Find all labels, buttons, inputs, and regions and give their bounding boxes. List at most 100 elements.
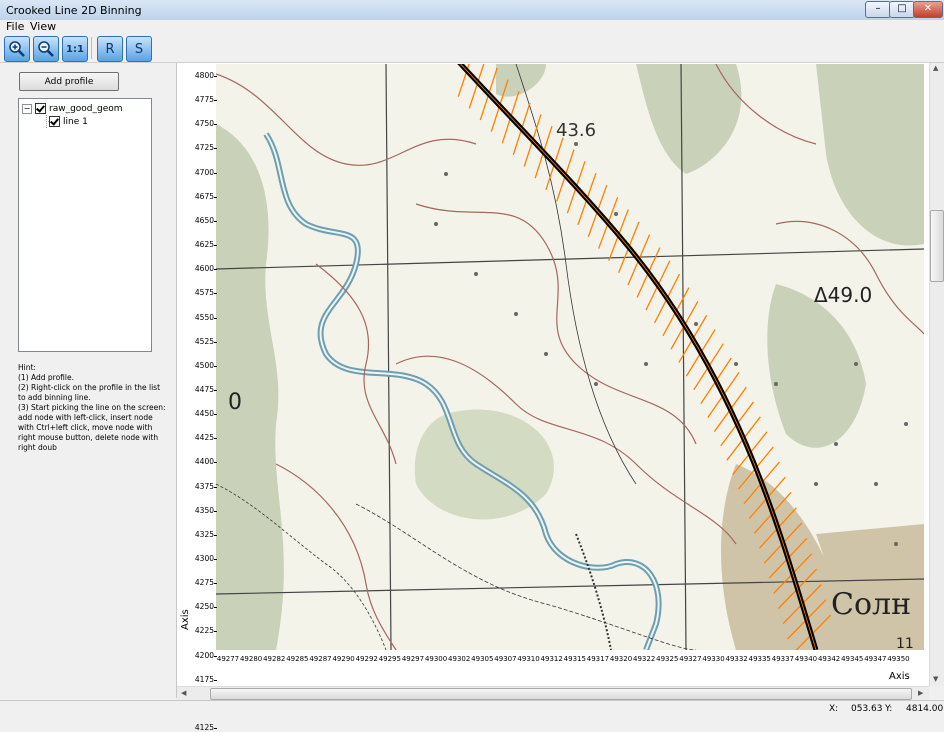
zoom-out-button[interactable]: [33, 36, 59, 62]
scroll-up-icon[interactable]: ▲: [933, 64, 938, 72]
x-tick-label: 49337: [771, 655, 795, 663]
status-x-value: 053.63: [851, 704, 883, 714]
x-tick-label: 49305: [471, 655, 494, 663]
y-tick-label: 4800: [186, 71, 217, 80]
checkbox-profile[interactable]: [35, 103, 46, 114]
y-axis-label: Axis: [180, 609, 191, 630]
x-tick-label: 49277: [216, 655, 240, 663]
map-label: Солн: [831, 587, 911, 622]
tree-item-label: raw_good_geom: [49, 103, 123, 114]
status-y-label: Y:: [885, 704, 893, 714]
status-y-value: 4814.00: [906, 704, 944, 714]
zoom-out-icon: [38, 41, 54, 57]
x-tick-label: 49302: [448, 655, 471, 663]
menu-file[interactable]: File: [6, 20, 24, 33]
add-profile-button[interactable]: Add profile: [19, 72, 119, 91]
x-tick-label: 49310: [517, 655, 540, 663]
x-tick-label: 49350: [887, 655, 910, 663]
x-tick-label: 49307: [494, 655, 517, 663]
scroll-down-icon[interactable]: ▼: [933, 675, 938, 683]
y-tick-label: 4725: [186, 143, 217, 152]
x-tick-label: 49297: [401, 655, 425, 663]
y-tick-label: 4375: [186, 482, 217, 491]
scroll-left-icon[interactable]: ◀: [181, 689, 186, 697]
title-bar: Crooked Line 2D Binning – □ ✕: [0, 0, 944, 21]
y-tick-label: 4750: [186, 119, 217, 128]
toolbar-separator: [91, 37, 92, 59]
map-label: 11: [896, 636, 914, 650]
y-tick-label: 4500: [186, 361, 217, 370]
y-tick-label: 4475: [186, 385, 217, 394]
y-tick-label: 4575: [186, 288, 217, 297]
s-button[interactable]: S: [126, 36, 152, 62]
x-tick-label: 49295: [378, 655, 401, 663]
y-tick-label: 4400: [186, 457, 217, 466]
x-tick-label: 49290: [332, 655, 355, 663]
map-canvas[interactable]: 43.6 Δ49.0 Солн 11 0: [216, 64, 924, 650]
profile-tree[interactable]: − raw_good_geom line 1: [18, 98, 152, 352]
map-label: Δ49.0: [814, 283, 872, 307]
hint-line: Hint:: [18, 363, 36, 372]
hint-line: (2) Right-click on the profile in the li…: [18, 383, 161, 402]
y-tick-label: 4425: [186, 433, 217, 442]
map-label: 0: [228, 390, 242, 415]
close-button[interactable]: ✕: [913, 1, 943, 18]
x-tick-label: 49312: [540, 655, 563, 663]
x-tick-label: 49345: [841, 655, 864, 663]
y-tick-label: 4525: [186, 337, 217, 346]
y-tick-label: 4450: [186, 409, 217, 418]
horizontal-scroll-thumb[interactable]: [210, 688, 912, 700]
y-tick-label: 4200: [186, 651, 217, 660]
maximize-button[interactable]: □: [889, 1, 915, 18]
x-tick-label: 49347: [864, 655, 887, 663]
zoom-in-button[interactable]: [4, 36, 30, 62]
y-tick-label: 4600: [186, 264, 217, 273]
tree-item-profile[interactable]: − raw_good_geom: [22, 102, 123, 115]
menu-view[interactable]: View: [30, 20, 56, 33]
hint-line: (1) Add profile.: [18, 373, 74, 382]
scroll-right-icon[interactable]: ▶: [918, 689, 923, 697]
y-tick-label: 4675: [186, 192, 217, 201]
x-tick-label: 49340: [794, 655, 818, 663]
x-tick-label: 49322: [633, 655, 656, 663]
x-tick-label: 49330: [702, 655, 725, 663]
collapse-icon[interactable]: −: [22, 103, 32, 114]
x-tick-label: 49282: [263, 655, 286, 663]
status-x-label: X:: [829, 704, 839, 714]
vertical-scrollbar[interactable]: [929, 63, 944, 686]
r-button[interactable]: R: [97, 36, 123, 62]
checkbox-line[interactable]: [49, 116, 60, 127]
x-axis-label: Axis: [889, 671, 910, 682]
menu-bar: File View: [0, 20, 944, 34]
y-tick-label: 4350: [186, 506, 217, 515]
x-tick-label: 49342: [817, 655, 841, 663]
x-tick-label: 49315: [563, 655, 586, 663]
x-tick-label: 49292: [355, 655, 378, 663]
y-tick-label: 4125: [186, 723, 217, 732]
y-tick-label: 4550: [186, 313, 217, 322]
x-tick-label: 49325: [656, 655, 679, 663]
zoom-in-icon: [9, 41, 25, 57]
status-bar: X: 053.63 Y: 4814.00: [0, 700, 944, 719]
x-tick-label: 49287: [309, 655, 332, 663]
y-tick-label: 4275: [186, 578, 217, 587]
tree-item-label: line 1: [63, 116, 88, 127]
hint-line: (3) Start picking the line on the screen…: [18, 403, 166, 452]
tree-item-line[interactable]: line 1: [49, 115, 88, 128]
s-label: S: [134, 41, 144, 57]
window-title: Crooked Line 2D Binning: [6, 4, 142, 17]
y-tick-label: 4325: [186, 530, 217, 539]
zoom-reset-button[interactable]: 1:1: [62, 36, 88, 62]
minimize-button[interactable]: –: [865, 1, 891, 18]
zoom-reset-label: 1:1: [66, 43, 84, 55]
x-tick-label: 49335: [748, 655, 771, 663]
y-tick-label: 4650: [186, 216, 217, 225]
left-panel: Add profile − raw_good_geom line 1 Hint:…: [0, 63, 177, 698]
toolbar: 1:1 R S: [0, 34, 944, 63]
x-tick-label: 49320: [609, 655, 633, 663]
y-tick-label: 4700: [186, 168, 217, 177]
vertical-scroll-thumb[interactable]: [930, 210, 944, 282]
y-tick-label: 4300: [186, 554, 217, 563]
y-tick-label: 4175: [186, 675, 217, 684]
x-tick-label: 49300: [424, 655, 448, 663]
